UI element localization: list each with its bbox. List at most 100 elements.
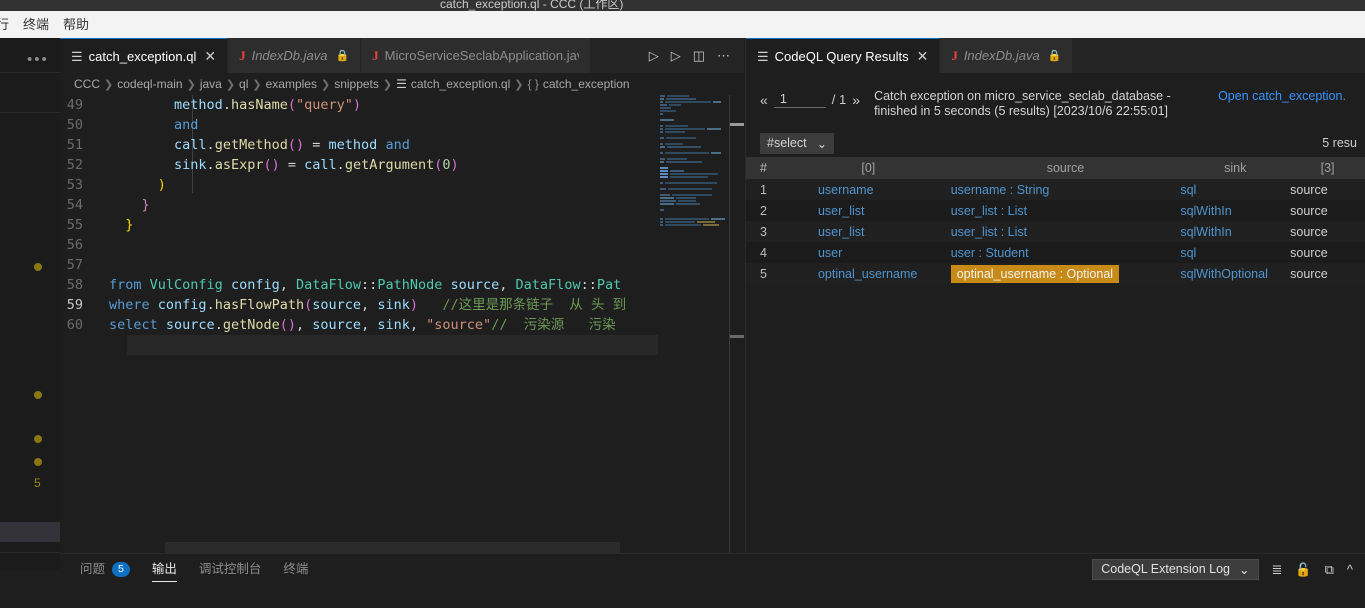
panel-tab-output[interactable]: 输出 — [152, 554, 177, 584]
table-row[interactable]: 3 user_list user_list : List sqlWithIn s… — [746, 221, 1365, 242]
breadcrumb-item-file[interactable]: catch_exception.ql — [411, 77, 510, 91]
panel-tab-debug-console[interactable]: 调试控制台 — [199, 554, 262, 584]
row-cell-sink[interactable]: sqlWithOptional — [1180, 267, 1290, 281]
tab-catch-exception-ql[interactable]: ☰ catch_exception.ql ✕ — [60, 38, 228, 73]
line-number: 50 — [60, 115, 105, 135]
code-line: 54 } — [60, 195, 626, 215]
table-row[interactable]: 2 user_list user_list : List sqlWithIn s… — [746, 200, 1365, 221]
tab-indexdb-java[interactable]: J IndexDb.java 🔒 — [228, 38, 361, 73]
open-editor-icon[interactable]: ⧉ — [1325, 563, 1334, 576]
breadcrumb-item-ccc[interactable]: CCC — [74, 77, 100, 91]
column-header-index[interactable]: # — [746, 161, 786, 175]
code-line: 50 and — [60, 115, 626, 135]
row-index: 3 — [746, 225, 786, 239]
overview-ruler[interactable] — [730, 95, 744, 553]
result-set-select-value: #select — [767, 136, 807, 150]
close-icon[interactable]: ✕ — [917, 48, 929, 65]
breadcrumb-item-snippets[interactable]: snippets — [334, 77, 379, 91]
output-channel-select[interactable]: CodeQL Extension Log ⌄ — [1092, 559, 1258, 580]
column-header-0[interactable]: [0] — [786, 161, 951, 175]
row-cell-0[interactable]: user_list — [786, 204, 951, 218]
first-page-icon[interactable]: « — [760, 92, 768, 108]
editor-horizontal-scrollbar[interactable] — [165, 542, 620, 553]
output-log[interactable]: [2023-10-06 17:46:31] [SPAMMIER] resolve… — [60, 584, 1365, 608]
code-line: 51 call.getMethod() = method and — [60, 135, 626, 155]
java-file-icon: J — [951, 49, 958, 62]
line-number: 59 — [60, 295, 105, 315]
row-cell-sink[interactable]: sqlWithIn — [1180, 204, 1290, 218]
column-header-sink[interactable]: sink — [1180, 161, 1290, 175]
panel-tab-label: 输出 — [152, 554, 177, 584]
tab-indexdb-java-right[interactable]: J IndexDb.java 🔒 — [940, 38, 1073, 73]
chevron-right-icon: ❯ — [226, 78, 235, 91]
run-query-icon[interactable]: ▷ — [649, 49, 659, 62]
row-cell-source[interactable]: username : String — [951, 183, 1181, 197]
menu-item-help[interactable]: 帮助 — [56, 11, 96, 38]
ql-file-icon: ☰ — [71, 50, 83, 63]
breadcrumb-item-examples[interactable]: examples — [266, 77, 317, 91]
results-controls: #select ⌄ 5 resu — [746, 129, 1365, 157]
row-cell-source[interactable]: user_list : List — [951, 204, 1181, 218]
result-count-label: 5 resu — [1322, 136, 1357, 150]
overview-marker[interactable] — [34, 435, 42, 443]
results-icon: ☰ — [757, 50, 769, 63]
menu-item-0[interactable]: 行 — [0, 11, 16, 38]
column-header-3[interactable]: [3] — [1290, 161, 1365, 175]
row-cell-sink[interactable]: sqlWithIn — [1180, 225, 1290, 239]
open-query-link[interactable]: Open catch_exception. — [1218, 87, 1346, 104]
result-set-select[interactable]: #select ⌄ — [760, 133, 834, 154]
panel-tab-bar: 问题 5 输出 调试控制台 终端 CodeQL Extension Log ⌄ … — [60, 554, 1365, 584]
results-table: # [0] source sink [3] 1 username usernam… — [746, 157, 1365, 284]
row-cell-sink[interactable]: sql — [1180, 246, 1290, 260]
tab-codeql-query-results[interactable]: ☰ CodeQL Query Results ✕ — [746, 38, 940, 73]
unlock-scroll-icon[interactable]: 🔓 — [1295, 563, 1311, 576]
breadcrumb-item-java[interactable]: java — [200, 77, 222, 91]
line-number: 52 — [60, 155, 105, 175]
breadcrumb-item-codeql-main[interactable]: codeql-main — [117, 77, 182, 91]
more-views-icon[interactable]: ••• — [27, 52, 49, 67]
split-editor-icon[interactable]: ◫ — [693, 49, 705, 62]
run-query-alt-icon[interactable]: ▷ — [671, 49, 681, 62]
menu-item-terminal[interactable]: 终端 — [16, 11, 56, 38]
more-actions-icon[interactable]: ⋯ — [717, 49, 730, 62]
code-editor[interactable]: 48 exists(Method method, MethodAccess ca… — [60, 95, 744, 553]
row-cell-0[interactable]: user_list — [786, 225, 951, 239]
row-cell-0[interactable]: optinal_username — [786, 267, 951, 281]
panel-tab-terminal[interactable]: 终端 — [283, 554, 308, 584]
overview-marker[interactable] — [34, 458, 42, 466]
left-rail: ••• 5 — [0, 38, 60, 570]
overview-ruler-mark — [730, 335, 744, 338]
row-cell-0[interactable]: user — [786, 246, 951, 260]
panel-tab-problems[interactable]: 问题 5 — [80, 554, 130, 584]
line-number: 56 — [60, 235, 105, 255]
overview-marker[interactable] — [34, 391, 42, 399]
lock-icon: 🔒 — [1048, 49, 1062, 62]
table-row[interactable]: 4 user user : Student sql source — [746, 242, 1365, 263]
column-header-source[interactable]: source — [951, 161, 1181, 175]
code-line: 58 from VulConfig config, DataFlow::Path… — [60, 275, 626, 295]
row-cell-sink[interactable]: sql — [1180, 183, 1290, 197]
row-cell-0[interactable]: username — [786, 183, 951, 197]
panel-tab-label: 终端 — [283, 554, 308, 584]
tab-microserviceseclabapplication-java[interactable]: J MicroServiceSeclabApplication.java — [361, 38, 591, 73]
last-page-icon[interactable]: » — [852, 92, 860, 108]
row-cell-source[interactable]: user : Student — [951, 246, 1181, 260]
breadcrumb: CCC ❯ codeql-main ❯ java ❯ ql ❯ examples… — [60, 73, 744, 95]
table-row[interactable]: 5 optinal_username optinal_username : Op… — [746, 263, 1365, 284]
breadcrumb-item-symbol[interactable]: catch_exception — [543, 77, 630, 91]
results-table-header: # [0] source sink [3] — [746, 157, 1365, 179]
close-icon[interactable]: ✕ — [204, 48, 216, 65]
overview-marker-count: 5 — [34, 476, 41, 490]
clear-output-icon[interactable]: ≣ — [1272, 563, 1283, 576]
overview-ruler-mark — [730, 123, 744, 126]
overview-marker[interactable] — [34, 263, 42, 271]
row-cell-source-selected[interactable]: optinal_username : Optional — [951, 265, 1181, 283]
menu-bar: 行 终端 帮助 — [0, 11, 1365, 38]
page-number-input[interactable] — [774, 91, 826, 108]
editor-tab-bar: ☰ catch_exception.ql ✕ J IndexDb.java 🔒 … — [60, 38, 744, 73]
collapse-panel-icon[interactable]: ^ — [1347, 563, 1353, 576]
row-cell-source[interactable]: user_list : List — [951, 225, 1181, 239]
breadcrumb-item-ql[interactable]: ql — [239, 77, 248, 91]
minimap[interactable] — [658, 95, 730, 553]
table-row[interactable]: 1 username username : String sql source — [746, 179, 1365, 200]
